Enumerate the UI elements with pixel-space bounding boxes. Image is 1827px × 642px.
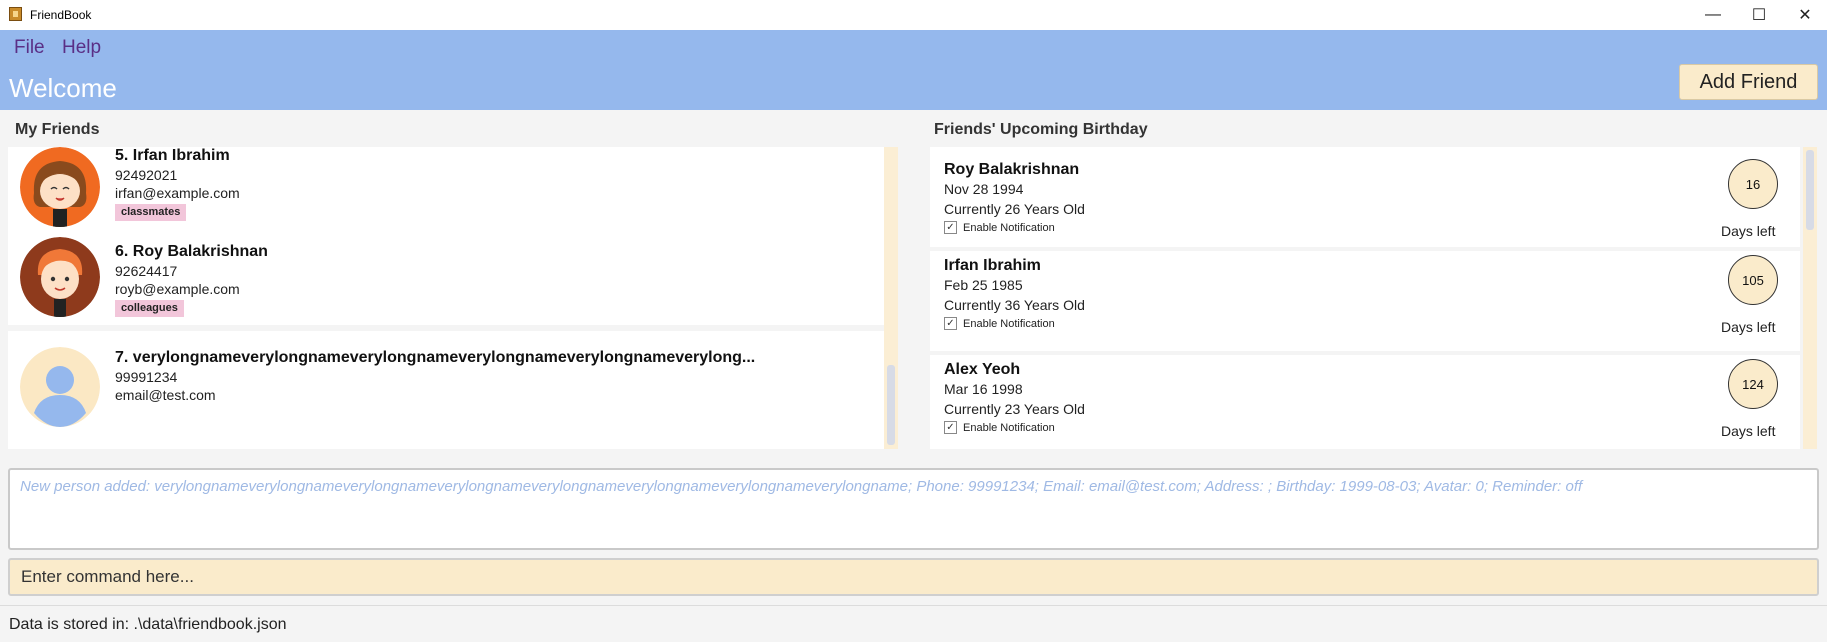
birthday-list[interactable]: Roy Balakrishnan Nov 28 1994 Currently 2… [930, 147, 1804, 449]
redhead-avatar [20, 237, 100, 317]
girl-avatar [20, 147, 100, 227]
tag-badge: classmates [115, 204, 187, 221]
friend-email: email@test.com [115, 387, 216, 403]
notification-label: Enable Notification [963, 317, 1055, 330]
birthday-date: Mar 16 1998 [944, 381, 1023, 397]
notification-toggle[interactable]: ✓ Enable Notification [944, 421, 1055, 434]
command-input[interactable] [8, 558, 1819, 596]
friend-phone: 99991234 [115, 369, 178, 385]
title-bar: FriendBook — ☐ ✕ [0, 0, 1827, 30]
maximize-icon[interactable]: ☐ [1736, 0, 1782, 30]
birthday-name: Irfan Ibrahim [944, 257, 1041, 274]
checkbox-checked-icon[interactable]: ✓ [944, 317, 957, 330]
page-title: Welcome [9, 73, 117, 103]
checkbox-checked-icon[interactable]: ✓ [944, 221, 957, 234]
minimize-icon[interactable]: — [1690, 0, 1736, 30]
birthday-date: Feb 25 1985 [944, 277, 1023, 293]
status-bar: Data is stored in: .\data\friendbook.jso… [0, 605, 1827, 642]
birthday-age: Currently 23 Years Old [944, 401, 1085, 417]
friend-email: royb@example.com [115, 281, 240, 297]
birthday-scrollbar-thumb[interactable] [1806, 150, 1814, 230]
list-item[interactable]: 7. verylongnameverylongnameverylongnamev… [8, 337, 884, 437]
notification-toggle[interactable]: ✓ Enable Notification [944, 317, 1055, 330]
tag-badge: colleagues [115, 300, 184, 317]
friends-list[interactable]: 5. Irfan Ibrahim 92492021 irfan@example.… [8, 147, 898, 449]
notification-label: Enable Notification [963, 221, 1055, 234]
list-item[interactable]: 5. Irfan Ibrahim 92492021 irfan@example.… [8, 147, 884, 237]
days-counter: 16 [1728, 159, 1778, 209]
storage-path: Data is stored in: .\data\friendbook.jso… [9, 616, 287, 633]
menu-help[interactable]: Help [62, 37, 101, 59]
default-user-avatar [20, 347, 100, 427]
friends-scrollbar-thumb[interactable] [887, 365, 895, 445]
days-counter: 105 [1728, 255, 1778, 305]
birthday-age: Currently 36 Years Old [944, 297, 1085, 313]
friend-phone: 92492021 [115, 167, 178, 183]
upcoming-birthday-title: Friends' Upcoming Birthday [934, 121, 1148, 138]
window-title: FriendBook [30, 8, 92, 22]
result-display[interactable]: New person added: verylongnameverylongna… [8, 468, 1819, 550]
days-left-label: Days left [1721, 319, 1776, 335]
my-friends-title: My Friends [15, 121, 100, 138]
birthday-item[interactable]: Roy Balakrishnan Nov 28 1994 Currently 2… [930, 147, 1800, 247]
app-icon [9, 7, 22, 21]
birthday-date: Nov 28 1994 [944, 181, 1024, 197]
birthday-name: Alex Yeoh [944, 361, 1021, 378]
birthday-age: Currently 26 Years Old [944, 201, 1085, 217]
menu-file[interactable]: File [14, 37, 45, 59]
header [0, 30, 1827, 110]
checkbox-checked-icon[interactable]: ✓ [944, 421, 957, 434]
birthday-item[interactable]: Alex Yeoh Mar 16 1998 Currently 23 Years… [930, 355, 1800, 449]
friend-name: 7. verylongnameverylongnameverylongnamev… [115, 349, 756, 366]
notification-toggle[interactable]: ✓ Enable Notification [944, 221, 1055, 234]
list-item[interactable]: 6. Roy Balakrishnan 92624417 royb@exampl… [8, 231, 884, 331]
friend-name: 5. Irfan Ibrahim [115, 147, 230, 164]
friend-name: 6. Roy Balakrishnan [115, 243, 268, 260]
close-icon[interactable]: ✕ [1782, 0, 1827, 30]
friend-email: irfan@example.com [115, 185, 240, 201]
days-counter: 124 [1728, 359, 1778, 409]
birthday-name: Roy Balakrishnan [944, 161, 1080, 178]
add-friend-button[interactable]: Add Friend [1679, 64, 1818, 100]
days-left-label: Days left [1721, 423, 1776, 439]
days-left-label: Days left [1721, 223, 1776, 239]
friend-phone: 92624417 [115, 263, 178, 279]
birthday-item[interactable]: Irfan Ibrahim Feb 25 1985 Currently 36 Y… [930, 251, 1800, 351]
notification-label: Enable Notification [963, 421, 1055, 434]
